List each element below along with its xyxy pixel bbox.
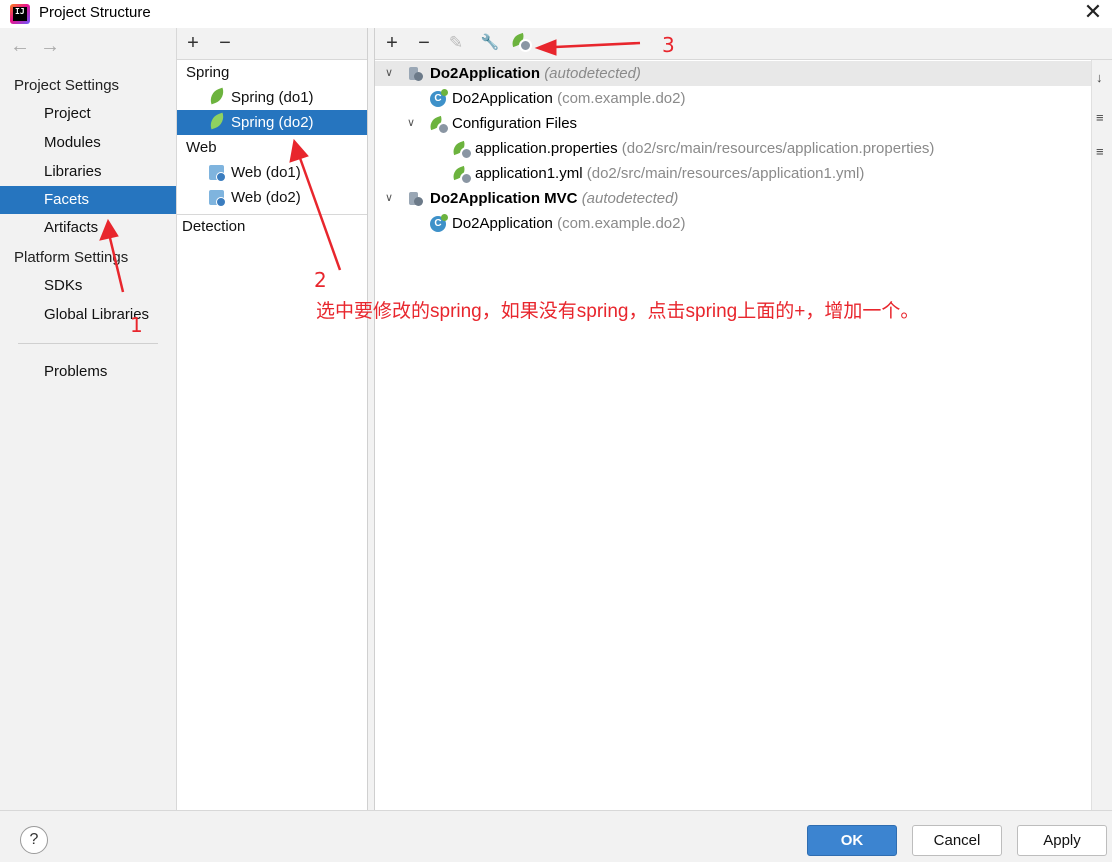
- spring-config-icon: [452, 141, 473, 160]
- facets-list-toolbar: + −: [177, 28, 367, 60]
- add-context-button[interactable]: +: [381, 32, 403, 54]
- window-title: Project Structure: [39, 4, 151, 21]
- facets-divider: [177, 214, 367, 215]
- collapse-all-icon[interactable]: ≡: [1096, 144, 1104, 159]
- tree-node-application-properties[interactable]: application.properties (do2/src/main/res…: [375, 136, 934, 161]
- forward-arrow-icon[interactable]: →: [40, 36, 60, 56]
- sidebar-divider: [18, 343, 158, 344]
- web-facet-icon: [209, 165, 226, 182]
- spring-boot-class-icon: C: [430, 89, 448, 107]
- sidebar-item-sdks[interactable]: SDKs: [0, 272, 176, 300]
- detection-item[interactable]: Detection: [182, 218, 245, 235]
- dialog-button-bar: ? OK Cancel Apply: [0, 810, 1112, 862]
- facet-group-web[interactable]: Web: [186, 139, 217, 156]
- sidebar-item-artifacts[interactable]: Artifacts: [0, 214, 176, 242]
- facet-group-spring[interactable]: Spring: [186, 64, 229, 81]
- sidebar-item-facets[interactable]: Facets: [0, 186, 176, 214]
- tree-node-do2application-mvc-class[interactable]: C Do2Application (com.example.do2): [375, 211, 685, 236]
- spring-config-icon: [429, 116, 450, 135]
- spring-config-icon[interactable]: [511, 33, 533, 55]
- sidebar-item-project[interactable]: Project: [0, 100, 176, 128]
- title-bar: IJ Project Structure ✕: [0, 0, 1112, 28]
- annotation-number-2: 2: [314, 268, 327, 292]
- side-tool-strip: ↓ ≡ ≡: [1091, 60, 1112, 810]
- tree-node-do2application[interactable]: ∨ Do2Application (autodetected): [375, 61, 1091, 86]
- chevron-down-icon[interactable]: ∨: [385, 186, 393, 211]
- facet-item-web-do2[interactable]: Web (do2): [177, 185, 367, 210]
- web-facet-icon: [209, 190, 226, 207]
- sidebar-item-global-libraries[interactable]: Global Libraries: [0, 301, 176, 329]
- chevron-down-icon[interactable]: ∨: [407, 111, 415, 136]
- nav-arrows: ← →: [10, 36, 60, 56]
- edit-icon[interactable]: ✎: [445, 32, 467, 54]
- remove-facet-button[interactable]: −: [214, 32, 236, 54]
- details-toolbar: + − ✎ 🔧: [375, 28, 1112, 60]
- spring-boot-class-icon: C: [430, 214, 448, 232]
- intellij-app-icon: IJ: [10, 4, 30, 24]
- tree-node-do2application-mvc[interactable]: ∨ Do2Application MVC (autodetected): [375, 186, 678, 211]
- spring-config-icon: [452, 166, 473, 185]
- chevron-down-icon[interactable]: ∨: [385, 61, 393, 86]
- add-facet-button[interactable]: +: [182, 32, 204, 54]
- sort-icon[interactable]: ↓: [1096, 70, 1103, 85]
- sidebar-item-libraries[interactable]: Libraries: [0, 158, 176, 186]
- cancel-button[interactable]: Cancel: [912, 825, 1002, 856]
- facets-list-panel: + − Spring Spring (do1) Spring (do2) Web…: [176, 28, 368, 810]
- facet-item-spring-do1[interactable]: Spring (do1): [177, 85, 367, 110]
- remove-context-button[interactable]: −: [413, 32, 435, 54]
- facet-item-spring-do2[interactable]: Spring (do2): [177, 110, 367, 135]
- tree-node-do2application-class[interactable]: C Do2Application (com.example.do2): [375, 86, 685, 111]
- sidebar-item-problems[interactable]: Problems: [0, 358, 176, 386]
- annotation-number-3: 3: [662, 33, 675, 57]
- tree-node-application1-yml[interactable]: application1.yml (do2/src/main/resources…: [375, 161, 864, 186]
- back-arrow-icon[interactable]: ←: [10, 36, 30, 56]
- platform-settings-header: Platform Settings: [14, 249, 129, 266]
- project-settings-header: Project Settings: [14, 77, 120, 94]
- module-icon: [407, 191, 423, 207]
- ok-button[interactable]: OK: [807, 825, 897, 856]
- annotation-number-1: 1: [130, 313, 143, 337]
- spring-leaf-icon: [207, 87, 227, 105]
- settings-sidebar: ← → Project Settings Project Modules Lib…: [0, 28, 176, 810]
- annotation-instruction-text: 选中要修改的spring，如果没有spring，点击spring上面的+，增加一…: [316, 301, 920, 322]
- module-icon: [407, 66, 423, 82]
- sidebar-item-modules[interactable]: Modules: [0, 129, 176, 157]
- expand-all-icon[interactable]: ≡: [1096, 110, 1104, 125]
- help-button[interactable]: ?: [20, 826, 48, 854]
- apply-button[interactable]: Apply: [1017, 825, 1107, 856]
- wrench-icon[interactable]: 🔧: [479, 32, 501, 54]
- facet-details-panel: + − ✎ 🔧 ↓ ≡ ≡ ∨ Do2Application (autodete…: [374, 28, 1112, 810]
- close-icon[interactable]: ✕: [1082, 1, 1104, 24]
- spring-leaf-icon: [207, 112, 227, 130]
- tree-node-configuration-files[interactable]: ∨ Configuration Files: [375, 111, 577, 136]
- facet-item-web-do1[interactable]: Web (do1): [177, 160, 367, 185]
